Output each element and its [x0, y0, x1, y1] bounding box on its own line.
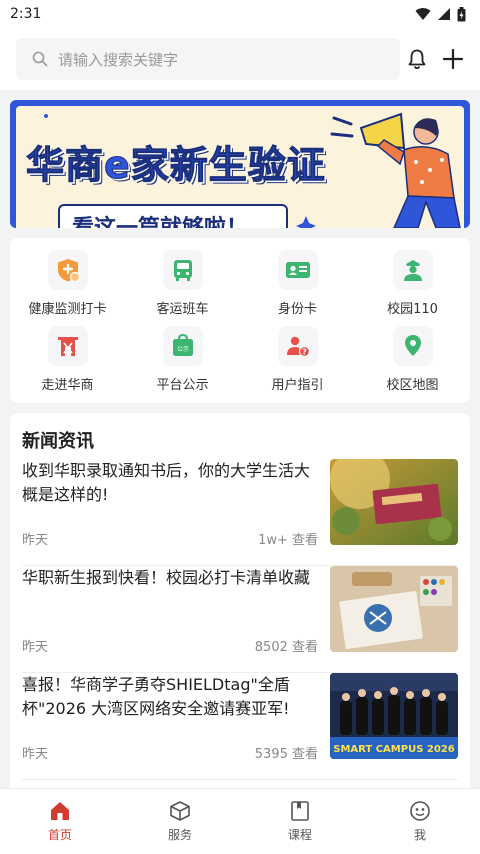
- news-date: 昨天: [22, 640, 49, 655]
- user-help-icon: ?: [286, 336, 310, 358]
- news-date: 昨天: [22, 747, 49, 762]
- health-shield-icon: [57, 259, 80, 283]
- search-placeholder: 请输入搜索关键字: [58, 50, 179, 69]
- tab-profile[interactable]: 我: [360, 789, 480, 854]
- svg-text:?: ?: [302, 348, 307, 357]
- police-icon: [403, 260, 422, 281]
- news-views: 8502 查看: [254, 640, 318, 655]
- news-section: 新闻资讯 收到华职录取通知书后，你的大学生活大概是这样的! 昨天 1w+ 查看 …: [10, 413, 470, 793]
- news-section-title: 新闻资讯: [22, 431, 94, 452]
- grid-item-id-card[interactable]: 身份卡: [240, 246, 355, 322]
- grid-item-announcements[interactable]: 公示 平台公示: [125, 322, 240, 398]
- grid-label: 健康监测打卡: [28, 302, 107, 317]
- tab-services[interactable]: 服务: [120, 789, 240, 854]
- grid-item-about-school[interactable]: 走进华商: [10, 322, 125, 398]
- news-item[interactable]: 收到华职录取通知书后，你的大学生活大概是这样的! 昨天 1w+ 查看: [22, 459, 458, 566]
- battery-icon: [457, 6, 466, 21]
- grid-label: 校园110: [387, 302, 438, 317]
- grid-label: 用户指引: [271, 378, 324, 393]
- grid-item-campus-110[interactable]: 校园110: [355, 246, 470, 322]
- map-pin-icon: [404, 335, 421, 356]
- search-input[interactable]: 请输入搜索关键字: [16, 38, 400, 80]
- id-card-icon: [285, 262, 310, 278]
- grid-item-health-checkin[interactable]: 健康监测打卡: [10, 246, 125, 322]
- tab-label: 首页: [47, 828, 72, 842]
- bottom-tab-bar: 首页 服务 课程 我: [0, 788, 480, 854]
- grid-label: 走进华商: [41, 378, 94, 393]
- news-thumbnail: [330, 566, 458, 652]
- grid-item-user-guide[interactable]: ? 用户指引: [240, 322, 355, 398]
- signal-icon: [438, 8, 450, 20]
- news-date: 昨天: [22, 533, 49, 548]
- news-headline: 收到华职录取通知书后，你的大学生活大概是这样的!: [22, 461, 311, 504]
- status-time: 2:31: [10, 6, 42, 22]
- service-box-icon: [170, 801, 190, 821]
- news-headline: 喜报！华商学子勇夺SHIELDtag"全盾杯"2026 大湾区网络安全邀请赛亚军…: [22, 675, 290, 718]
- grid-label: 客运班车: [156, 302, 209, 317]
- search-icon: [32, 51, 48, 67]
- banner-title: 华商e家新生验证: [26, 143, 326, 188]
- bell-icon[interactable]: [406, 48, 428, 70]
- news-thumbnail: [330, 459, 458, 545]
- promo-banner[interactable]: 华商e家新生验证 看这一篇就够啦！: [10, 100, 470, 228]
- tab-courses[interactable]: 课程: [240, 789, 360, 854]
- grid-label: 校区地图: [386, 378, 439, 393]
- home-icon: [51, 802, 69, 820]
- tab-label: 我: [413, 828, 426, 842]
- news-thumbnail: SMART CAMPUS 2026: [330, 673, 458, 759]
- quick-services-grid: 健康监测打卡 客运班车 身份卡 校园110 走进华商 公示 平台公示 ? 用户指: [10, 238, 470, 403]
- tab-home[interactable]: 首页: [0, 789, 120, 854]
- grid-item-shuttle-bus[interactable]: 客运班车: [125, 246, 240, 322]
- news-item[interactable]: 华职新生报到快看！校园必打卡清单收藏 昨天 8502 查看: [22, 566, 458, 673]
- status-bar: 2:31: [0, 0, 480, 28]
- svg-text:公示: 公示: [176, 346, 188, 353]
- news-headline: 华职新生报到快看！校园必打卡清单收藏: [22, 568, 311, 587]
- news-views: 5395 查看: [254, 747, 318, 762]
- grid-item-campus-map[interactable]: 校区地图: [355, 322, 470, 398]
- wifi-icon: [415, 8, 431, 20]
- news-item[interactable]: 喜报！华商学子勇夺SHIELDtag"全盾杯"2026 大湾区网络安全邀请赛亚军…: [22, 673, 458, 780]
- gate-icon: [57, 337, 78, 356]
- banner-subtitle: 看这一篇就够啦！: [58, 204, 288, 228]
- grid-label: 身份卡: [277, 302, 317, 317]
- news-thumbnail-caption: SMART CAMPUS 2026: [333, 744, 455, 755]
- tab-label: 课程: [287, 828, 312, 842]
- add-icon[interactable]: [442, 48, 464, 70]
- tab-label: 服务: [167, 828, 192, 842]
- grid-label: 平台公示: [156, 378, 209, 393]
- notice-bag-icon: 公示: [172, 333, 193, 356]
- profile-face-icon: [410, 801, 430, 821]
- bus-icon: [173, 260, 192, 281]
- news-views: 1w+ 查看: [258, 533, 318, 548]
- course-book-icon: [291, 801, 309, 821]
- top-bar: 请输入搜索关键字: [0, 28, 480, 90]
